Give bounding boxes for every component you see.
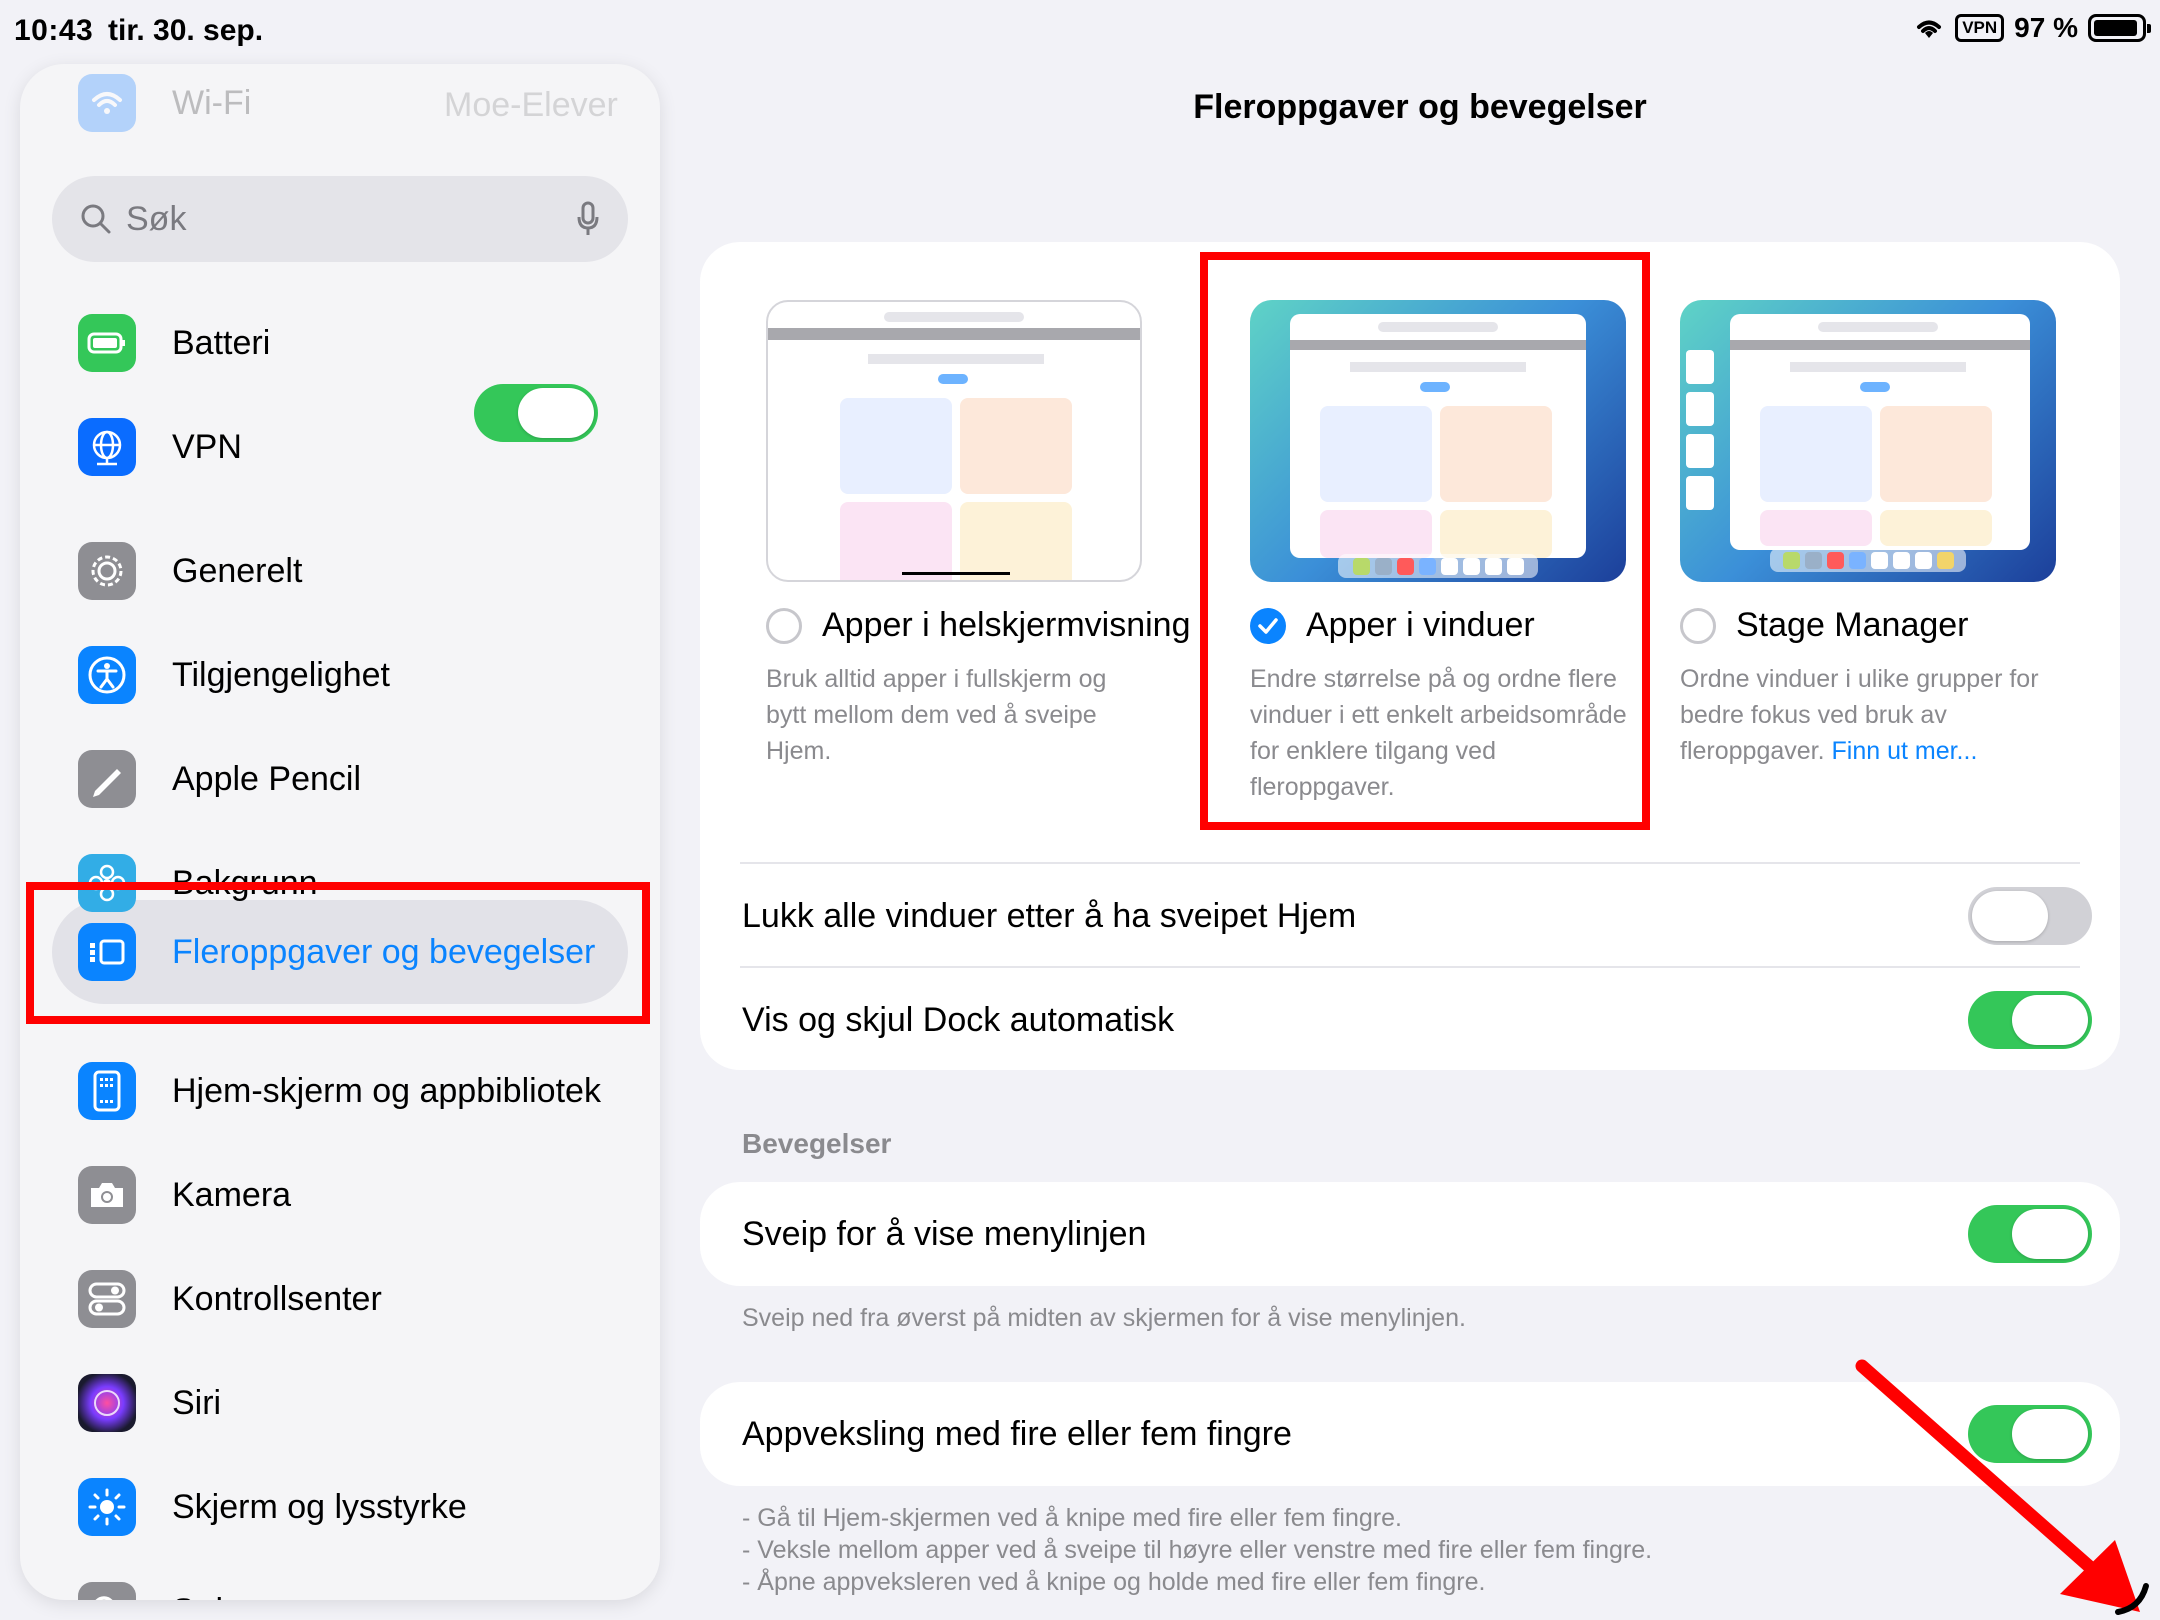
sidebar-item-generelt[interactable]: Generelt (78, 536, 638, 606)
search-icon (81, 204, 111, 234)
sidebar-item-label: Søk (172, 1592, 232, 1601)
mode-option-stage-manager[interactable]: Stage Manager Ordne vinduer i ulike grup… (1680, 300, 2110, 769)
vpn-toggle[interactable] (474, 384, 598, 442)
battery-status-icon (2088, 14, 2151, 42)
row-label: Sveip for å vise menylinjen (742, 1214, 1147, 1253)
footnote-line: - Åpne appveksleren ved å knipe og holde… (742, 1568, 1486, 1596)
siri-icon (78, 1374, 136, 1432)
annotation-arrow-icon (1855, 1359, 2149, 1615)
mode-description: Ordne vinduer i ulike grupper for bedre … (1680, 661, 2060, 769)
learn-more-link[interactable]: Finn ut mer... (1832, 737, 1978, 765)
sun-icon (78, 1478, 136, 1536)
sidebar-item-hjem-skjerm[interactable]: Hjem-skjerm og appbibliotek (78, 1056, 638, 1126)
sidebar-item-label: Wi-Fi (172, 83, 252, 122)
pencil-icon (78, 750, 136, 808)
sidebar-item-label: Kontrollsenter (172, 1279, 382, 1318)
sidebar-item-batteri[interactable]: Batteri (78, 308, 638, 378)
sidebar-item-label: Batteri (172, 323, 271, 362)
row-label: Lukk alle vinduer etter å ha sveipet Hje… (742, 896, 1357, 935)
sidebar-item-kamera[interactable]: Kamera (78, 1160, 638, 1230)
sidebar-item-kontrollsenter[interactable]: Kontrollsenter (78, 1264, 638, 1334)
mode-description: Bruk alltid apper i fullskjerm og bytt m… (766, 665, 1107, 765)
annotation-highlight-windowed (1200, 252, 1650, 830)
sidebar-item-label: Hjem-skjerm og appbibliotek (172, 1071, 601, 1110)
settings-sidebar: Wi-Fi Moe-Elever Søk Batteri VPN Generel… (20, 64, 660, 1600)
search-placeholder: Søk (126, 199, 187, 238)
row-auto-hide-dock: Vis og skjul Dock automatisk (742, 968, 2092, 1072)
microphone-icon[interactable] (576, 201, 600, 237)
row-swipe-menu-bar: Sveip for å vise menylinjen (742, 1182, 2092, 1286)
wifi-network-name: Moe-Elever (444, 86, 618, 124)
annotation-highlight-sidebar (26, 882, 650, 1024)
sidebar-item-label: Generelt (172, 551, 303, 590)
vpn-globe-icon (78, 418, 136, 476)
section-header-gestures: Bevegelser (742, 1128, 892, 1159)
status-time: 10:43 (14, 14, 94, 47)
sidebar-item-label: Skjerm og lysstyrke (172, 1487, 467, 1526)
sidebar-item-wifi[interactable]: Wi-Fi Moe-Elever (78, 74, 618, 132)
mode-option-fullscreen[interactable]: Apper i helskjermvisning Bruk alltid app… (766, 300, 1196, 769)
sidebar-item-label: Tilgjengelighet (172, 655, 390, 694)
footnote-line: - Veksle mellom apper ved å sveipe til h… (742, 1536, 1653, 1564)
sidebar-item-label: Apple Pencil (172, 759, 362, 798)
gear-icon (78, 542, 136, 600)
sidebar-item-label: Kamera (172, 1175, 292, 1214)
fullscreen-preview-image (766, 300, 1142, 582)
row-close-windows: Lukk alle vinduer etter å ha sveipet Hje… (742, 864, 2092, 968)
sidebar-item-skjerm-og-lysstyrke[interactable]: Skjerm og lysstyrke (78, 1472, 638, 1542)
auto-hide-dock-toggle[interactable] (1968, 991, 2092, 1049)
wifi-icon (1917, 20, 1942, 38)
status-right: VPN 97 % (1913, 12, 2151, 44)
wifi-icon (78, 74, 136, 132)
sidebar-item-label: Siri (172, 1383, 222, 1422)
close-windows-toggle[interactable] (1968, 887, 2092, 945)
sidebar-item-apple-pencil[interactable]: Apple Pencil (78, 744, 638, 814)
camera-icon (78, 1166, 136, 1224)
vpn-status-badge: VPN (1955, 14, 2005, 42)
footnote-line: - Gå til Hjem-skjermen ved å knipe med f… (742, 1504, 1402, 1532)
status-date: tir. 30. sep. (108, 14, 264, 47)
control-center-icon (78, 1270, 136, 1328)
sidebar-item-tilgjengelighet[interactable]: Tilgjengelighet (78, 640, 638, 710)
sidebar-item-siri[interactable]: Siri (78, 1368, 638, 1438)
search-field[interactable]: Søk (52, 176, 628, 262)
app-switching-footnotes: - Gå til Hjem-skjermen ved å knipe med f… (742, 1502, 1652, 1598)
search-icon (78, 1582, 136, 1600)
sidebar-item-sok[interactable]: Søk (78, 1576, 638, 1600)
stage-manager-preview-image (1680, 300, 2056, 582)
home-screen-icon (78, 1062, 136, 1120)
page-title: Fleroppgaver og bevegelser (1193, 88, 1647, 126)
row-label: Vis og skjul Dock automatisk (742, 1000, 1175, 1039)
battery-icon (78, 314, 136, 372)
row-label: Appveksling med fire eller fem fingre (742, 1414, 1292, 1453)
mode-label: Stage Manager (1736, 606, 1969, 644)
sidebar-item-label: VPN (172, 427, 242, 466)
accessibility-icon (78, 646, 136, 704)
mode-label: Apper i helskjermvisning (822, 606, 1191, 644)
menu-bar-footnote: Sveip ned fra øverst på midten av skjerm… (742, 1304, 1466, 1332)
radio-stage-manager[interactable] (1680, 607, 1716, 644)
swipe-menu-bar-toggle[interactable] (1968, 1205, 2092, 1263)
battery-percent: 97 % (2014, 12, 2078, 43)
radio-fullscreen[interactable] (766, 607, 802, 644)
status-bar: 10:43 tir. 30. sep. VPN 97 % (0, 0, 2160, 64)
